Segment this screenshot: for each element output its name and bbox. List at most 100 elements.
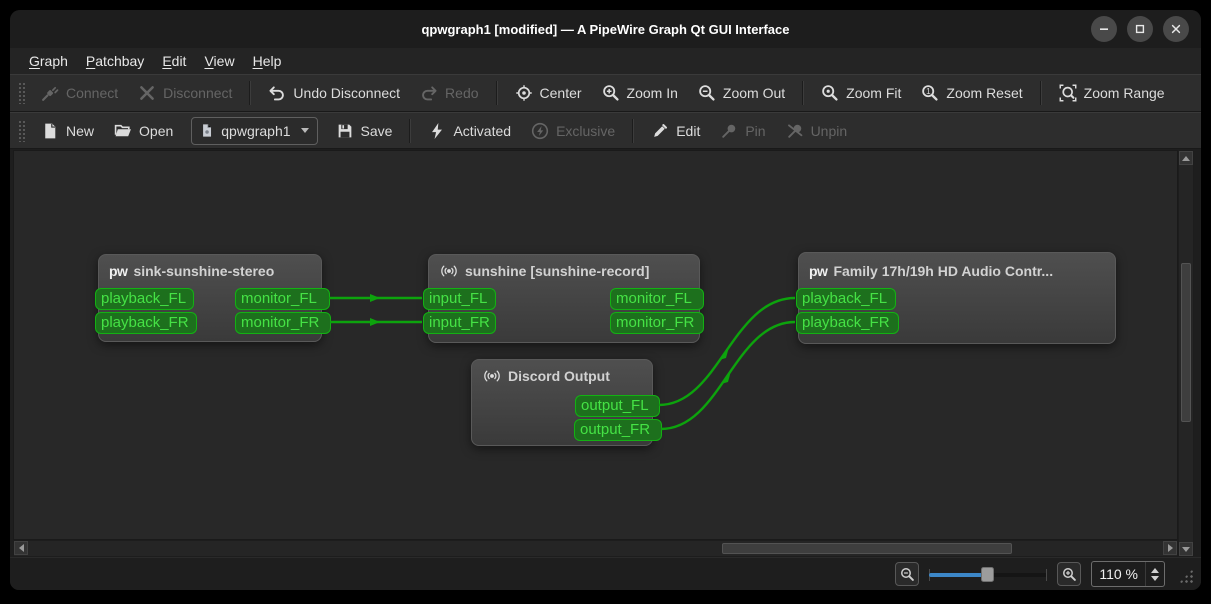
save-icon [338,124,351,137]
horizontal-scroll-thumb[interactable] [722,543,1012,554]
menu-edit[interactable]: Edit [153,50,195,72]
center-icon [515,85,532,101]
toolbar-separator [1039,81,1042,105]
scroll-down-button[interactable] [1179,542,1193,556]
port-input-fr[interactable]: input_FR [423,312,496,334]
port-playback-fr[interactable]: playback_FR [95,312,197,334]
redo-label: Redo [445,85,479,101]
zoom-slider-handle[interactable] [981,567,995,582]
node-sunshine[interactable]: sunshine [sunshine-record] input_FL inpu… [423,254,704,343]
audio-stream-icon [439,264,459,278]
zoom-slider[interactable] [929,565,1048,583]
zoom-reset-label: Zoom Reset [946,85,1023,101]
zoom-percent-spinbox[interactable]: 110 % [1091,561,1165,587]
node-family-hd-audio[interactable]: pw Family 17h/19h HD Audio Contr... play… [796,252,1116,344]
horizontal-scrollbar[interactable] [13,540,1178,557]
save-button[interactable]: Save [326,116,403,146]
window-resize-grip[interactable] [1178,568,1194,584]
titlebar[interactable]: qpwgraph1 [modified] — A PipeWire Graph … [10,10,1201,48]
zoom-out-button[interactable]: Zoom Out [688,78,795,108]
maximize-icon [1135,24,1145,34]
activated-button[interactable]: Activated [418,116,521,146]
menu-view[interactable]: View [195,50,243,72]
zoom-range-button[interactable]: Zoom Range [1049,78,1175,108]
patchbay-file-icon [203,124,212,137]
app-window: qpwgraph1 [modified] — A PipeWire Graph … [10,10,1201,590]
new-button[interactable]: New [31,116,104,146]
graph-canvas-area: pw sink-sunshine-stereo playback_FL play… [13,150,1194,557]
scroll-up-button[interactable] [1179,151,1193,165]
toolbar-separator [632,118,635,143]
scroll-left-button[interactable] [14,541,28,555]
pin-icon [722,124,736,138]
zoom-in-label: Zoom In [626,85,678,101]
connect-label: Connect [66,85,119,101]
zoom-reset-button[interactable]: 1 Zoom Reset [911,78,1032,108]
zoom-out-icon [699,85,715,101]
open-button[interactable]: Open [104,116,183,146]
scroll-right-button[interactable] [1163,541,1177,555]
port-monitor-fr[interactable]: monitor_FR [235,312,331,334]
graph-viewport[interactable]: pw sink-sunshine-stereo playback_FL play… [13,150,1178,540]
port-output-fr[interactable]: output_FR [574,419,662,441]
node-header: Discord Output [472,360,652,384]
node-discord-output[interactable]: Discord Output output_FL output_FR [471,359,662,446]
node-sink-sunshine-stereo[interactable]: pw sink-sunshine-stereo playback_FL play… [95,254,331,342]
disconnect-label: Disconnect [163,85,233,101]
pin-button[interactable]: Pin [710,116,775,146]
pipewire-logo-icon: pw [109,263,128,279]
spin-down-button[interactable] [1151,575,1159,581]
toolbar-drag-handle[interactable] [18,119,25,142]
vertical-scrollbar[interactable] [1178,150,1194,557]
redo-button[interactable]: Redo [410,78,488,108]
vertical-scroll-thumb[interactable] [1181,263,1191,422]
statusbar-zoom-out-button[interactable] [895,562,920,586]
node-header: sunshine [sunshine-record] [429,255,699,279]
port-monitor-fl[interactable]: monitor_FL [235,288,330,310]
menu-graph[interactable]: Graph [20,50,77,72]
port-input-fl[interactable]: input_FL [423,288,496,310]
menu-help[interactable]: Help [244,50,291,72]
toolbar-drag-handle[interactable] [18,82,25,104]
patchbay-file-combobox[interactable]: qpwgraph1 [191,116,318,145]
unpin-icon [787,123,802,138]
window-controls [1091,16,1189,42]
port-playback-fr[interactable]: playback_FR [796,312,899,334]
minimize-button[interactable] [1091,16,1117,42]
close-button[interactable] [1163,16,1189,42]
bolt-circle-icon [531,122,549,139]
maximize-button[interactable] [1127,16,1153,42]
open-folder-icon [114,124,131,136]
toolbar-separator [249,81,252,105]
minimize-icon [1100,28,1108,30]
zoom-fit-label: Zoom Fit [846,85,902,101]
port-playback-fl[interactable]: playback_FL [95,288,194,310]
disconnect-button[interactable]: Disconnect [128,78,242,108]
menu-graph-mnemonic: G [29,53,40,69]
chevron-down-icon [300,128,309,133]
exclusive-button[interactable]: Exclusive [521,116,625,146]
port-output-fl[interactable]: output_FL [575,395,660,417]
connect-button[interactable]: Connect [31,78,128,108]
audio-stream-icon [482,369,502,383]
unpin-button[interactable]: Unpin [776,116,858,146]
save-label: Save [360,122,393,139]
port-monitor-fr[interactable]: monitor_FR [610,312,704,334]
spin-up-button[interactable] [1151,567,1159,573]
port-playback-fl[interactable]: playback_FL [796,288,896,310]
zoom-fit-button[interactable]: Zoom Fit [811,78,911,108]
zoom-in-button[interactable]: Zoom In [592,78,688,108]
center-button[interactable]: Center [505,78,592,108]
menu-help-label: elp [262,53,282,69]
statusbar: 110 % [10,557,1201,590]
menu-patchbay[interactable]: Patchbay [77,50,153,72]
close-icon [1171,24,1181,34]
edit-button[interactable]: Edit [641,116,710,146]
node-header: pw sink-sunshine-stereo [99,255,321,279]
statusbar-zoom-in-button[interactable] [1057,562,1082,586]
center-label: Center [539,85,582,101]
menu-graph-label: raph [39,53,68,69]
port-monitor-fl[interactable]: monitor_FL [610,288,704,310]
exclusive-label: Exclusive [556,122,616,139]
undo-disconnect-button[interactable]: Undo Disconnect [258,78,410,108]
